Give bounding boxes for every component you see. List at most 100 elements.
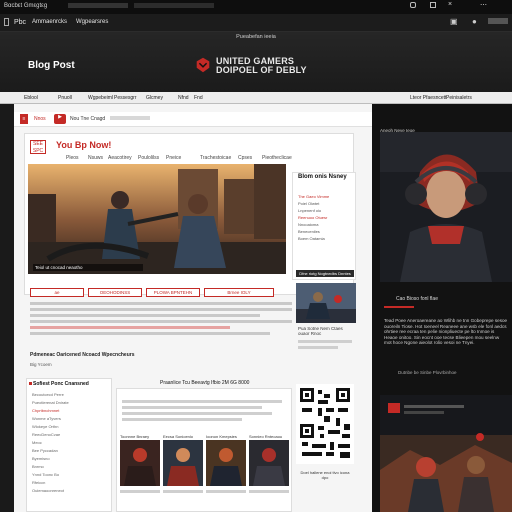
browser-tab-title[interactable]: Bαcbεt Gmεgtεg: [4, 3, 47, 9]
sidebar-line[interactable]: The Gaeo Vimme: [298, 194, 348, 199]
tab-placeholder: [68, 3, 128, 8]
paragraph-line: [30, 314, 260, 317]
right-column-paragraph: Tead Poee Aneroaereane ao Wlihb ne tnn G…: [384, 318, 508, 346]
sidebar-line[interactable]: Lnpenenf oio: [298, 208, 348, 213]
brand-logo[interactable]: [194, 56, 212, 74]
subtab[interactable]: Poulolilss: [138, 155, 159, 161]
channel-logo[interactable]: SEE SPC: [30, 140, 46, 154]
window-icon[interactable]: [410, 2, 416, 8]
grid-caption[interactable]: Toonnne Bnraey: [120, 434, 160, 439]
nav-search-text[interactable]: Nou Tne Cnagd: [70, 116, 105, 122]
sidebar-line[interactable]: Nnooaioma: [298, 222, 348, 227]
subtab[interactable]: Pneice: [166, 155, 181, 161]
subtab[interactable]: Pleos: [66, 155, 79, 161]
accent-line: [384, 306, 414, 308]
toolbar-item[interactable]: Wgpebeiml: [88, 95, 113, 101]
sidebar-line[interactable]: Reenuoo Otuesr: [298, 215, 348, 220]
text-line: [163, 490, 203, 493]
qr-caption: Doel hallene enoi tlvo icona dpo: [300, 470, 350, 480]
text-line: [122, 406, 262, 409]
back-icon[interactable]: [4, 18, 9, 26]
list-item[interactable]: Bnrmo: [32, 464, 108, 470]
toolbar-item[interactable]: Glcmey: [146, 95, 163, 101]
sidebar-line[interactable]: Poiel Olwtet: [298, 201, 348, 206]
video-player[interactable]: [380, 395, 512, 512]
right-column-footer: Dutnbe be Sinbe Plovrbinhoe: [398, 370, 457, 375]
grid-thumbnail[interactable]: [120, 440, 160, 486]
toolbar-item[interactable]: Eblool: [24, 95, 38, 101]
list-item[interactable]: Meoc: [32, 440, 108, 446]
window-icon[interactable]: [430, 2, 436, 8]
nav-placeholder: [110, 116, 150, 120]
list-item[interactable]: Ouiemaoonreneot: [32, 488, 108, 494]
qr-code[interactable]: [296, 384, 354, 464]
header-caption: Pueabefan ieeia: [236, 34, 276, 40]
brand-title: UNITED GAMERS DOIPOEL OF DEBLY: [216, 57, 307, 75]
hero-caption: Teiol ut cnocad neaotho: [33, 264, 143, 271]
grid-caption[interactable]: Eecsa Sonioenlo: [163, 434, 203, 439]
list-item[interactable]: Chprtbnchmnet: [32, 408, 108, 414]
list-item[interactable]: Rfeiccn: [32, 480, 108, 486]
list-item[interactable]: Pueotlerenat Dnirate: [32, 400, 108, 406]
profile-name[interactable]: [488, 18, 508, 24]
grid-heading: Praanlice Tcu Beeavtg Ifbio 2M 6G 8000: [160, 380, 250, 386]
page-title: Blog Post: [28, 60, 75, 71]
action-button[interactable]: OEOHODINSS: [88, 288, 142, 297]
text-line: [298, 340, 352, 343]
address-text[interactable]: Pbc: [14, 19, 26, 26]
grid-thumbnail[interactable]: [206, 440, 246, 486]
grid-caption[interactable]: Sonnieo Rnteoaou: [249, 434, 289, 439]
action-button[interactable]: PLOWA BPNTEHN: [146, 288, 200, 297]
hero-image[interactable]: [28, 164, 286, 274]
paragraph-line: [30, 320, 292, 323]
list-item[interactable]: Becoutcecd Perre: [32, 392, 108, 398]
character-portrait[interactable]: [380, 132, 512, 282]
list-item[interactable]: Ynnd Toonc Bo: [32, 472, 108, 478]
text-line: [122, 418, 242, 421]
action-button[interactable]: Brnee IOLY: [204, 288, 274, 297]
subtab[interactable]: Trachestoicae: [200, 155, 231, 161]
window-close-icon[interactable]: ×: [448, 1, 452, 8]
list-item[interactable]: Bee Pyccadan: [32, 448, 108, 454]
window-menu-icon[interactable]: ⋯: [480, 1, 487, 9]
sidebar-line[interactable]: Boem Oatamia: [298, 236, 348, 241]
list-item[interactable]: Wlokeye Orthn: [32, 424, 108, 430]
toolbar-right-item[interactable]: Lteor Pfaesncett: [410, 95, 446, 101]
list-item[interactable]: Byemisno: [32, 456, 108, 462]
bullet-icon: [29, 382, 32, 385]
text-line: [206, 490, 246, 493]
thumbnail-title[interactable]: Pua Sotne Nem Ctaes ouaor Rnoc: [298, 326, 354, 336]
toolbar-item[interactable]: Fnd: [194, 95, 203, 101]
sidebar-banner[interactable]: Dfne riotg Nogtnedbs Dnntes: [296, 270, 354, 277]
toolbar-right-item[interactable]: Peinisaletrs: [446, 95, 472, 101]
site-toolbar: Eblool Pnuoll Wgpebeiml Pessesgrr Glcmey…: [0, 92, 512, 104]
bookmark-link[interactable]: Ammaenrcks: [32, 19, 67, 25]
text-line: [122, 412, 272, 415]
action-button[interactable]: ae: [30, 288, 84, 297]
grid-thumbnail[interactable]: [249, 440, 289, 486]
section-sublabel: Big Ycoem: [30, 362, 52, 367]
subtab[interactable]: Aeacotirey: [108, 155, 132, 161]
article-thumbnail[interactable]: [296, 283, 356, 323]
nav-badge[interactable]: Nnos: [34, 116, 46, 122]
list-item[interactable]: ReecDenoCvae: [32, 432, 108, 438]
text-line: [122, 400, 282, 403]
right-column-title: Cao Bioso fonl flae: [396, 296, 438, 302]
browser-tab-strip: Bαcbεt Gmεgtεg × ⋯: [0, 0, 512, 14]
menu-icon[interactable]: ≡: [20, 114, 28, 124]
subtab[interactable]: Nsuws: [88, 155, 103, 161]
list-item[interactable]: Wonme aTyvers: [32, 416, 108, 422]
toolbar-item[interactable]: Pessesgrr: [114, 95, 137, 101]
toolbar-item[interactable]: Pnuoll: [58, 95, 72, 101]
sidebar-line[interactable]: Beneceniles: [298, 229, 348, 234]
profile-icon[interactable]: ●: [472, 17, 477, 26]
subtab[interactable]: Cpses: [238, 155, 252, 161]
grid-caption[interactable]: Ioonon Kmepsies: [206, 434, 246, 439]
video-icon[interactable]: ▶: [54, 114, 66, 124]
camera-icon[interactable]: ▣: [450, 17, 458, 26]
text-line: [298, 346, 338, 349]
subtab[interactable]: Pieotheclicae: [262, 155, 292, 161]
toolbar-item[interactable]: Nfnd: [178, 95, 189, 101]
grid-thumbnail[interactable]: [163, 440, 203, 486]
bookmark-link[interactable]: Wgpearsres: [76, 19, 108, 25]
